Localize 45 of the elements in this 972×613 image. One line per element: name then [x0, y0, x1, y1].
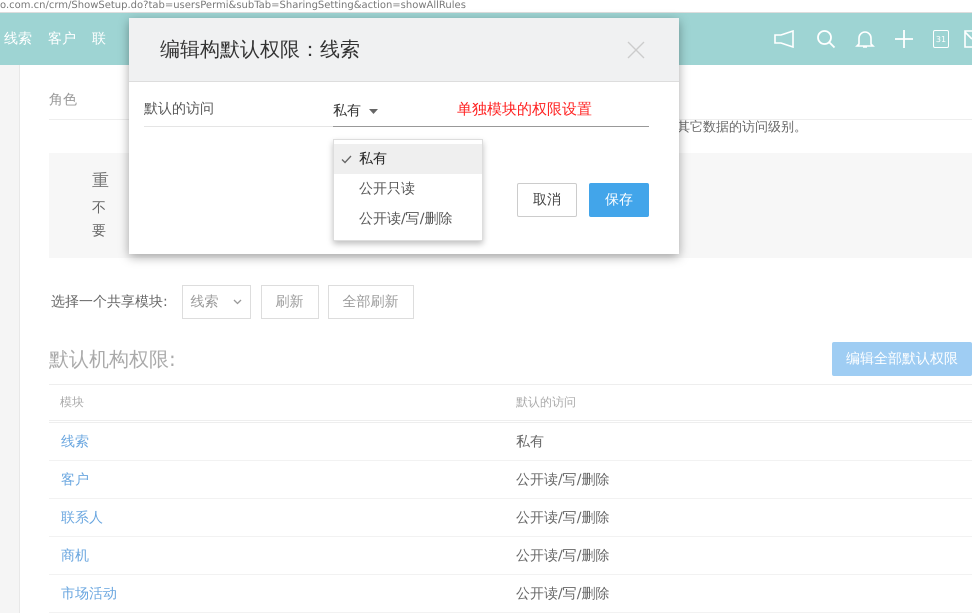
field-label: 默认的访问 — [144, 100, 215, 119]
column-header: 模块 — [60, 394, 85, 412]
menu-option[interactable]: 公开读/写/删除 — [334, 204, 482, 234]
refresh-button[interactable]: 全部刷新 — [328, 285, 414, 320]
chevron-icon — [232, 299, 242, 306]
address-url[interactable]: o.com.cn/crm/ShowSetup.do?tab=usersPermi&subTab=SharingSetting&action=showAllRules — [0, 0, 466, 12]
module-select[interactable]: 线索 — [182, 285, 251, 320]
menu-option[interactable]: 私有 — [334, 144, 482, 174]
module-link[interactable]: 客户 — [61, 472, 89, 488]
nav-item[interactable]: 客户 — [48, 30, 76, 48]
table-cell-text: 公开读/写/删除 — [516, 470, 610, 489]
module-picker-label: 选择一个共享模块: — [51, 293, 168, 312]
nav-item[interactable]: 线索 — [4, 30, 32, 48]
mail-icon[interactable] — [964, 29, 972, 49]
module-link[interactable]: 商机 — [61, 548, 89, 564]
cancel-button[interactable]: 取消 — [517, 183, 577, 217]
search-icon[interactable] — [816, 29, 836, 49]
module-link[interactable]: 联系人 — [61, 510, 103, 526]
notice-text: 不 — [92, 198, 106, 218]
column-header: 默认的访问 — [516, 394, 577, 412]
check-icon — [341, 155, 352, 164]
calendar-icon[interactable]: 31 — [933, 30, 949, 48]
caret-icon — [369, 108, 378, 114]
menu-option[interactable]: 公开只读 — [334, 174, 482, 204]
table-cell-text: 私有 — [516, 432, 545, 451]
megaphone-icon[interactable] — [773, 30, 797, 48]
dialog-title: 编辑构默认权限：线索 — [160, 36, 360, 63]
bell-icon[interactable] — [855, 29, 875, 49]
nav-item[interactable]: 联 — [92, 30, 106, 48]
notice-title: 重 — [92, 170, 109, 193]
save-button[interactable]: 保存 — [589, 183, 649, 217]
annotation-text: 单独模块的权限设置 — [457, 100, 592, 119]
role-tab[interactable]: 角色 — [49, 91, 77, 120]
table-cell-text: 公开读/写/删除 — [516, 584, 610, 603]
edit-all-button[interactable]: 编辑全部默认权限 — [832, 342, 972, 376]
module-link[interactable]: 市场活动 — [61, 586, 117, 602]
refresh-button[interactable]: 刷新 — [260, 285, 319, 320]
section-title: 默认机构权限: — [49, 346, 176, 373]
plus-icon[interactable] — [894, 29, 914, 49]
notice-text: 要 — [92, 222, 106, 241]
table-cell-text: 公开读/写/删除 — [516, 508, 610, 527]
table-cell-text: 公开读/写/删除 — [516, 546, 610, 565]
close-icon[interactable] — [627, 40, 645, 58]
module-link[interactable]: 线索 — [61, 434, 89, 450]
access-select[interactable]: 私有 — [333, 102, 378, 120]
